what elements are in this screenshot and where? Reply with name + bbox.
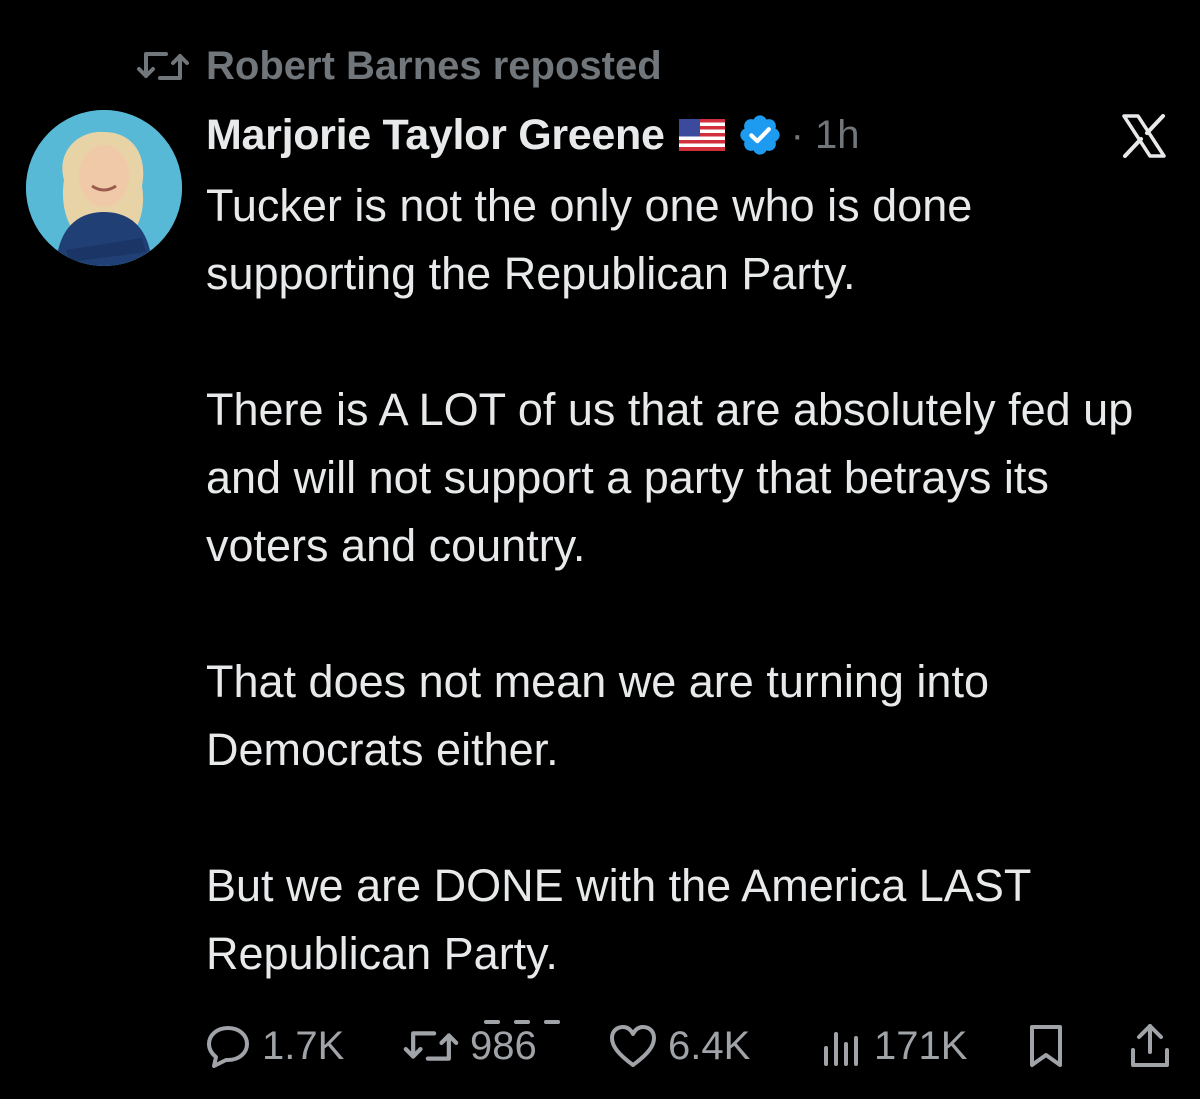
tweet-text: Tucker is not the only one who is done s… [206,172,1181,988]
repost-text: Robert Barnes reposted [206,43,662,88]
us-flag-icon [678,119,725,151]
tweet-paragraph: Tucker is not the only one who is done s… [206,180,973,299]
author-name[interactable]: Marjorie Taylor Greene [206,111,665,160]
x-logo-icon [1118,114,1170,158]
repost-count: 986 [470,1023,537,1068]
timestamp[interactable]: · 1h [791,113,860,158]
share-icon [1131,1024,1169,1067]
views-icon [824,1032,858,1066]
bookmark-icon [1030,1025,1062,1067]
repost-context[interactable]: Robert Barnes reposted [136,38,662,94]
avatar[interactable] [26,110,182,266]
tweet-paragraph: That does not mean we are turning into D… [206,656,989,775]
tweet-header: Marjorie Taylor Greene · 1h [206,104,860,166]
action-bar: 1.7K 986 6.4K 171K [204,1014,1174,1078]
tweet-paragraph: There is A LOT of us that are absolutely… [206,384,1134,571]
heart-icon [610,1025,656,1067]
like-button[interactable]: 6.4K [608,1014,750,1078]
views-button[interactable]: 171K [820,1014,967,1078]
bookmark-button[interactable] [1026,1014,1076,1078]
tweet-paragraph: But we are DONE with the America LAST Re… [206,860,1031,979]
reply-icon [207,1026,249,1068]
reply-button[interactable]: 1.7K [204,1014,344,1078]
reply-count: 1.7K [262,1023,345,1068]
like-count: 6.4K [668,1023,751,1068]
verified-badge-icon[interactable] [737,112,783,158]
repost-button[interactable]: 986 [402,1014,537,1078]
share-button[interactable] [1128,1014,1182,1078]
repost-icon [136,46,190,86]
views-count: 171K [874,1023,968,1068]
repost-icon [403,1031,459,1061]
